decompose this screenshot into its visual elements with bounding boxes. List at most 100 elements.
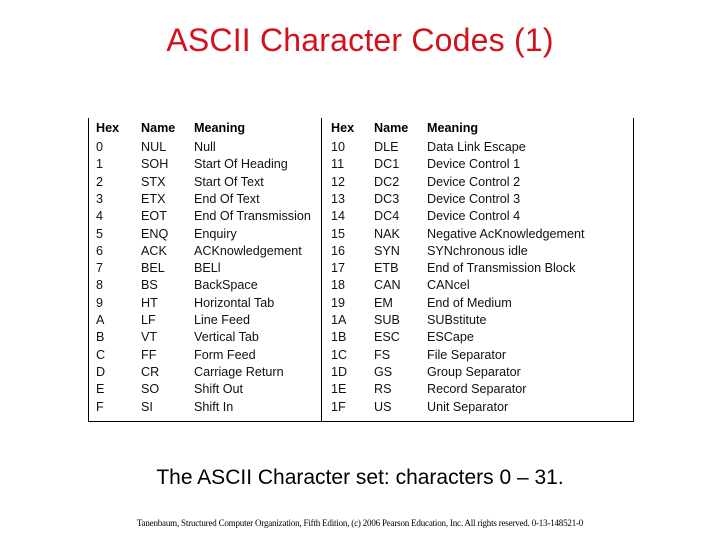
table-row: 2 STX Start Of Text (89, 174, 321, 191)
cell-hex: 3 (96, 191, 104, 206)
table-row: 13 DC3 Device Control 3 (322, 191, 633, 208)
table-row: 8 BS BackSpace (89, 277, 321, 294)
cell-meaning: Shift In (194, 399, 234, 414)
table-row: 16 SYN SYNchronous idle (322, 243, 633, 260)
cell-name: ACK (141, 243, 167, 258)
table-row: B VT Vertical Tab (89, 329, 321, 346)
table-row: 3 ETX End Of Text (89, 191, 321, 208)
cell-meaning: Group Separator (427, 364, 521, 379)
cell-meaning: Device Control 2 (427, 174, 521, 189)
cell-hex: A (96, 313, 105, 327)
cell-name: SYN (374, 243, 400, 258)
table-row: 15 NAK Negative AcKnowledgement (322, 226, 633, 243)
cell-meaning: BackSpace (194, 278, 258, 293)
table-row: E SO Shift Out (89, 381, 321, 398)
cell-name: NUL (141, 140, 167, 154)
table-row: 11 DC1 Device Control 1 (322, 156, 633, 173)
cell-hex: 13 (331, 191, 346, 206)
table-row: 1 SOH Start Of Heading (89, 156, 321, 173)
header-meaning: Meaning (427, 121, 479, 135)
cell-name: LF (141, 313, 156, 327)
cell-hex: 2 (96, 174, 104, 189)
cell-hex: 19 (331, 295, 346, 310)
cell-meaning: Null (194, 140, 216, 154)
cell-hex: 12 (331, 174, 346, 189)
cell-hex: 14 (331, 209, 346, 224)
cell-meaning: End of Medium (427, 295, 512, 310)
table-row: 18 CAN CANcel (322, 277, 633, 294)
table-row: 10 DLE Data Link Escape (322, 139, 633, 156)
slide-caption: The ASCII Character set: characters 0 – … (156, 466, 564, 489)
table-row: 1D GS Group Separator (322, 364, 633, 381)
cell-meaning: Enquiry (194, 226, 237, 241)
cell-meaning: Device Control 3 (427, 191, 521, 206)
cell-meaning: File Separator (427, 347, 507, 362)
cell-name: CAN (374, 278, 401, 293)
cell-hex: 1C (331, 347, 348, 362)
table-row: 5 ENQ Enquiry (89, 226, 321, 243)
table-row: 12 DC2 Device Control 2 (322, 174, 633, 191)
ascii-table-right-half: Hex Name Meaning 10 DLE Data Link Escape 11… (322, 118, 633, 421)
cell-meaning: End Of Text (194, 191, 260, 206)
table-row: F SI Shift In (89, 399, 321, 416)
cell-meaning: Negative AcKnowledgement (427, 226, 585, 241)
table-row: 1B ESC ESCape (322, 329, 633, 346)
table-row: 1A SUB SUBstitute (322, 312, 633, 329)
slide-title: ASCII Character Codes (1) (166, 22, 554, 58)
cell-hex: 11 (331, 157, 345, 172)
cell-meaning: Horizontal Tab (194, 295, 275, 310)
cell-name: ETB (374, 261, 399, 276)
cell-name: NAK (374, 226, 400, 241)
cell-meaning: Record Separator (427, 382, 527, 397)
table-header-row: Hex Name Meaning (89, 120, 321, 137)
cell-hex: D (96, 364, 106, 379)
cell-name: DLE (374, 140, 399, 154)
header-name: Name (374, 121, 409, 135)
cell-hex: 16 (331, 243, 346, 258)
table-header-row: Hex Name Meaning (322, 120, 633, 137)
cell-meaning: ACKnowledgement (194, 243, 302, 258)
table-row: 7 BEL BELl (89, 260, 321, 277)
cell-hex: 4 (96, 209, 104, 224)
cell-meaning: SUBstitute (427, 313, 487, 327)
cell-name: DC4 (374, 209, 400, 224)
cell-meaning: SYNchronous idle (427, 243, 528, 258)
table-row: 1C FS File Separator (322, 347, 633, 364)
header-meaning: Meaning (194, 121, 246, 135)
cell-hex: 0 (96, 140, 104, 154)
cell-hex: 18 (331, 278, 346, 293)
cell-hex: 1F (331, 399, 346, 414)
cell-meaning: Device Control 4 (427, 209, 521, 224)
cell-meaning: ESCape (427, 330, 474, 345)
cell-name: EOT (141, 209, 167, 224)
cell-name: BS (141, 278, 158, 293)
cell-name: ETX (141, 191, 166, 206)
cell-name: DC1 (374, 157, 400, 172)
cell-name: ESC (374, 330, 400, 345)
cell-meaning: Data Link Escape (427, 140, 526, 154)
cell-meaning: Device Control 1 (427, 157, 521, 172)
cell-meaning: CANcel (427, 278, 470, 293)
cell-meaning: Unit Separator (427, 399, 509, 414)
table-row: 17 ETB End of Transmission Block (322, 260, 633, 277)
cell-meaning: Form Feed (194, 347, 256, 362)
cell-name: STX (141, 174, 166, 189)
table-row: 6 ACK ACKnowledgement (89, 243, 321, 260)
header-hex: Hex (96, 121, 120, 135)
cell-name: EM (374, 295, 393, 310)
ascii-table-left-half: Hex Name Meaning 0 NUL Null 1 SOH Start Of He… (89, 118, 322, 421)
header-hex: Hex (331, 121, 355, 135)
cell-hex: 8 (96, 278, 104, 293)
cell-name: SOH (141, 157, 169, 172)
cell-meaning: End Of Transmission (194, 209, 311, 224)
cell-meaning: Shift Out (194, 382, 243, 397)
cell-meaning: End of Transmission Block (427, 261, 576, 276)
cell-hex: 9 (96, 295, 104, 310)
table-row: D CR Carriage Return (89, 364, 321, 381)
cell-hex: 7 (96, 261, 104, 276)
cell-name: CR (141, 364, 160, 379)
cell-meaning: BELl (194, 261, 221, 276)
cell-hex: 1D (331, 364, 348, 379)
cell-hex: 1 (96, 157, 104, 172)
cell-hex: C (96, 347, 106, 362)
